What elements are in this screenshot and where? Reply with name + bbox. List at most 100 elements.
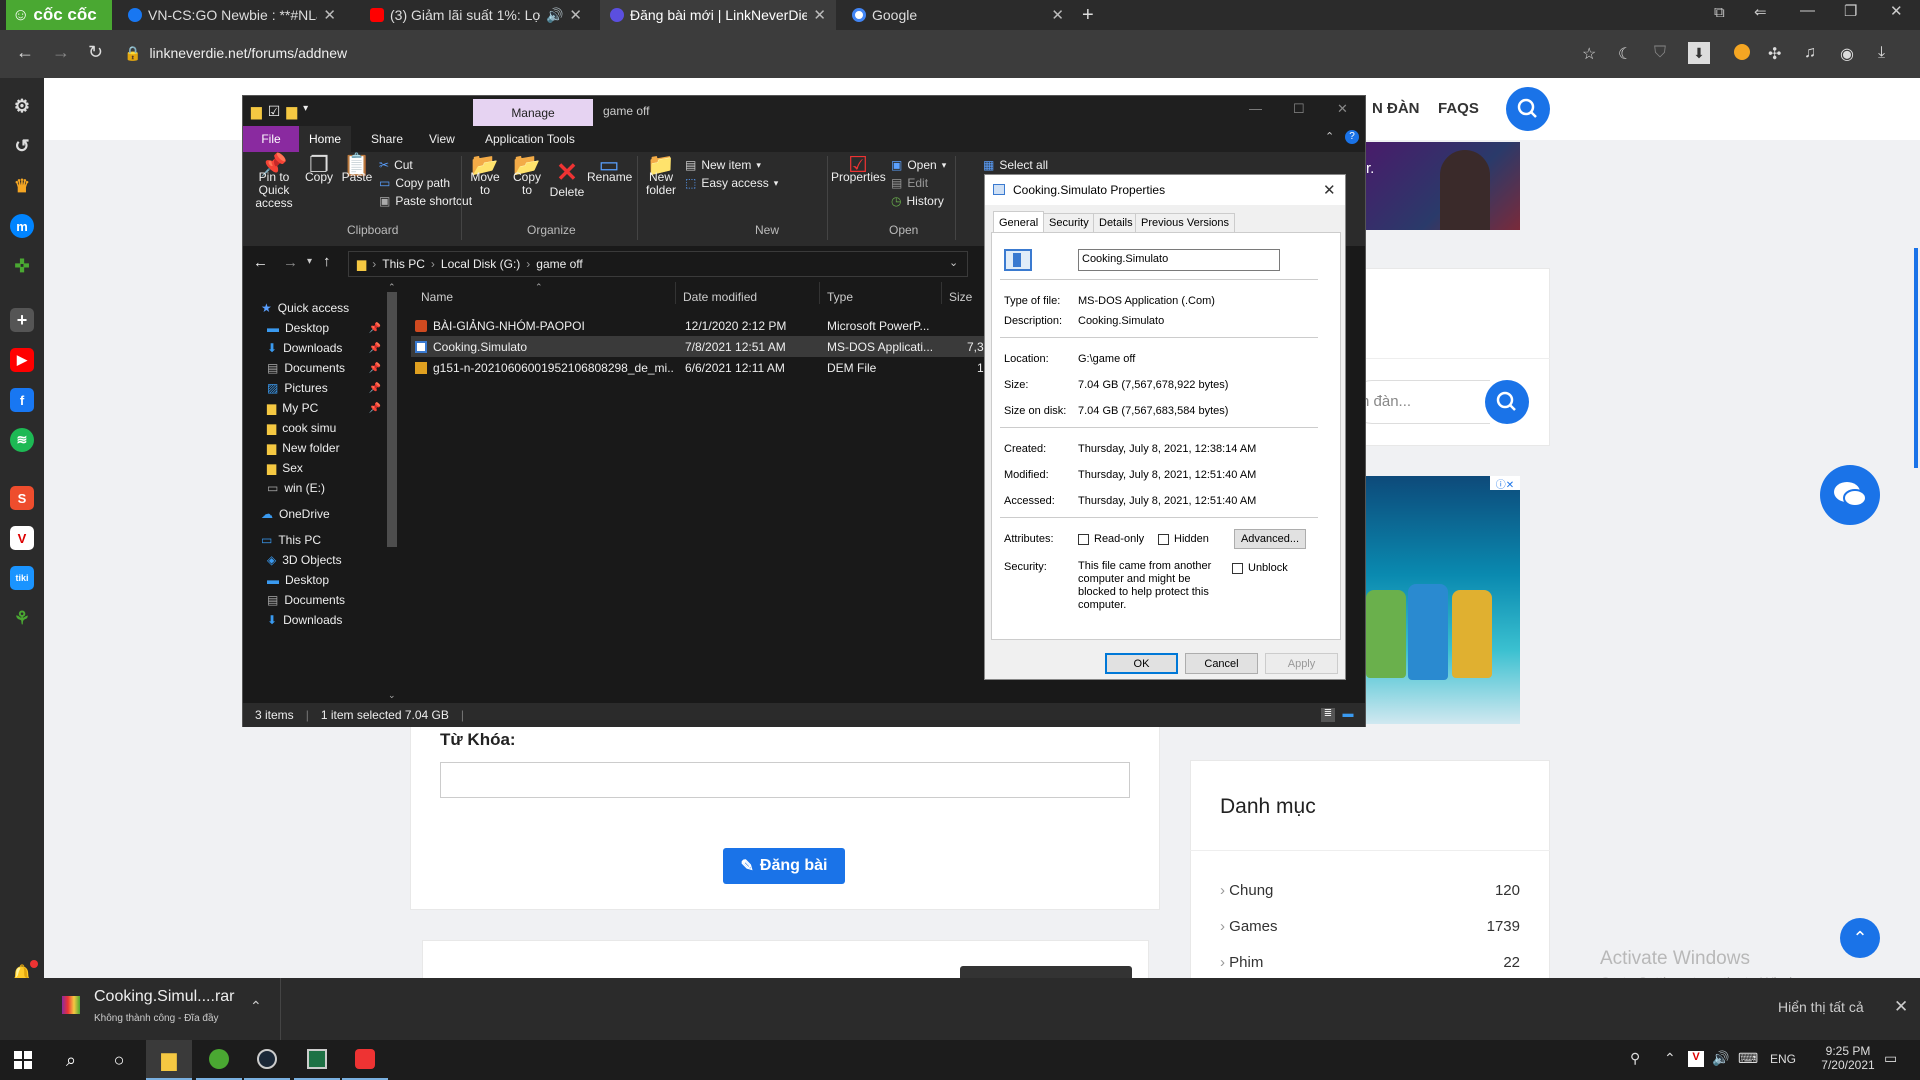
properties-button[interactable]: ☑ Properties [831,154,886,184]
readonly-checkbox[interactable] [1078,534,1089,545]
props-tab-security[interactable]: Security [1043,213,1095,233]
windows-start-button[interactable] [0,1040,46,1080]
explorer-maximize-button[interactable]: ☐ [1293,101,1305,117]
close-window-button[interactable]: ✕ [1890,2,1903,20]
taskbar-steam[interactable] [244,1040,290,1080]
add-app-icon[interactable]: + [10,308,34,332]
facebook-sidebar-icon[interactable]: f [10,388,34,412]
download-options-chevron-icon[interactable]: ⌃ [250,998,262,1015]
download-icon[interactable]: ⬇ [1688,42,1710,64]
paste-shortcut-button[interactable]: ▣ Paste shortcut [379,194,472,208]
rename-button[interactable]: ▭ Rename [587,154,632,184]
breadcrumb-this-pc[interactable]: This PC [382,257,425,271]
volume-icon[interactable]: 🔊 [1712,1050,1729,1067]
nav-pane-scrollbar[interactable] [387,292,397,547]
large-icons-view-icon[interactable]: ▬ [1341,708,1355,722]
edit-button[interactable]: ▤ Edit [891,176,928,190]
divider[interactable] [675,282,676,304]
post-submit-button[interactable]: ✎ Đăng bài [723,848,845,884]
column-header-size[interactable]: Size [949,290,972,304]
paste-button[interactable]: 📋 Paste [339,154,375,184]
browser-tab-youtube[interactable]: (3) Giảm lãi suất 1%: Lợi 🔊 ✕ [360,0,592,30]
cut-button[interactable]: ✂ Cut [379,158,413,172]
tiki-icon[interactable]: tiki [10,566,34,590]
taskbar-search-icon[interactable]: ⌕ [48,1040,94,1080]
tab-search-icon[interactable]: ⧉ [1714,4,1725,21]
action-center-icon[interactable]: ▭ [1884,1050,1897,1067]
copy-to-button[interactable]: 📂 Copy to [507,154,547,197]
details-view-icon[interactable]: ≣ [1321,708,1335,722]
easy-access-button[interactable]: ⬚ Easy access ▾ [685,176,778,190]
explorer-path-bar[interactable]: ▆ › This PC › Local Disk (G:) › game off [348,251,968,277]
up-folder-icon[interactable]: ↑ [323,253,331,270]
show-all-downloads-link[interactable]: Hiển thị tất cả [1778,999,1864,1015]
new-item-button[interactable]: ▤ New item ▾ [685,158,761,172]
extension-coccoc-icon[interactable] [1734,44,1750,60]
nav-documents[interactable]: ▤ Documents 📌 [261,358,387,378]
browser-tab-facebook[interactable]: VN-CS:GO Newbie : **#NLan ✕ [118,0,346,30]
youtube-sidebar-icon[interactable]: ▶ [10,348,34,372]
dark-mode-icon[interactable]: ☾ [1618,44,1632,64]
nav-search-button[interactable] [1506,87,1550,131]
breadcrumb-game-off[interactable]: game off [536,257,582,271]
nav-my-pc[interactable]: ▆ My PC 📌 [261,398,387,418]
reload-icon[interactable]: ↻ [88,42,103,63]
vietkey-icon[interactable]: V [1688,1051,1704,1067]
nav-quick-access[interactable]: ★ Quick access [261,298,387,318]
nav-forum-link[interactable]: N ĐÀN [1372,100,1420,117]
filename-input[interactable]: Cooking.Simulato [1078,249,1280,271]
nav-desktop-pc[interactable]: ▬ Desktop [261,570,387,590]
ok-button[interactable]: OK [1105,653,1178,674]
people-icon[interactable]: ⚲ [1630,1050,1640,1067]
close-tab-icon[interactable]: ✕ [323,6,336,24]
cortana-icon[interactable]: ○ [96,1040,142,1080]
browser-tab-google[interactable]: Google ✕ [842,0,1074,30]
copy-button[interactable]: ❐ Copy [301,154,337,184]
nav-onedrive[interactable]: ☁ OneDrive [261,504,387,524]
history-button[interactable]: ◷ History [891,194,944,208]
category-item[interactable]: › Phim 22 [1220,954,1520,971]
explorer-forward-icon[interactable]: → [283,254,298,271]
move-to-button[interactable]: 📂 Move to [465,154,505,197]
scroll-up-icon[interactable]: ⌃ [388,282,396,293]
hidden-label[interactable]: Hidden [1174,533,1209,545]
nav-sex-folder[interactable]: ▆ Sex [261,458,387,478]
profile-icon[interactable]: ◉ [1840,44,1854,64]
open-button[interactable]: ▣ Open ▾ [891,158,946,172]
chat-button[interactable] [1820,465,1880,525]
language-indicator[interactable]: ENG [1770,1052,1796,1066]
taskbar-garena[interactable] [342,1040,388,1080]
pin-quick-access-button[interactable]: 📌 Pin to Quick access [247,154,301,210]
scroll-to-top-button[interactable]: ⌃ [1840,918,1880,958]
new-tab-button[interactable]: + [1082,4,1094,27]
breadcrumb-local-disk[interactable]: Local Disk (G:) [441,257,520,271]
download-filename[interactable]: Cooking.Simul....rar [94,988,235,1006]
explorer-close-button[interactable]: ✕ [1337,101,1348,117]
column-header-type[interactable]: Type [827,290,853,304]
settings-gear-icon[interactable]: ⚙ [10,94,34,118]
props-tab-details[interactable]: Details [1093,213,1139,233]
ribbon-tab-file[interactable]: File [243,126,299,152]
cancel-button[interactable]: Cancel [1185,653,1258,674]
advanced-button[interactable]: Advanced... [1234,529,1306,549]
nav-documents-pc[interactable]: ▤ Documents [261,590,387,610]
show-hidden-icons-chevron[interactable]: ⌃ [1664,1050,1676,1067]
clock[interactable]: 9:25 PM 7/20/2021 [1816,1044,1880,1072]
unblock-label[interactable]: Unblock [1248,562,1288,574]
playlist-icon[interactable]: ♫ [1804,44,1816,62]
readonly-label[interactable]: Read-only [1094,533,1144,545]
category-item[interactable]: › Chung 120 [1220,882,1520,899]
vtv-icon[interactable]: V [10,526,34,550]
extensions-puzzle-icon[interactable]: ✣ [1768,44,1781,64]
ribbon-tab-view[interactable]: View [429,132,455,146]
column-header-name[interactable]: Name [421,290,453,304]
keyword-input[interactable] [440,762,1130,798]
category-item[interactable]: › Games 1739 [1220,918,1520,935]
ribbon-tab-share[interactable]: Share [371,132,403,146]
nav-3d-objects[interactable]: ◈ 3D Objects [261,550,387,570]
scroll-down-icon[interactable]: ⌄ [388,690,396,701]
hidden-checkbox[interactable] [1158,534,1169,545]
spotify-icon[interactable]: ≋ [10,428,34,452]
maximize-button[interactable]: ❐ [1844,2,1857,20]
new-folder-button[interactable]: 📁 New folder [641,154,681,197]
